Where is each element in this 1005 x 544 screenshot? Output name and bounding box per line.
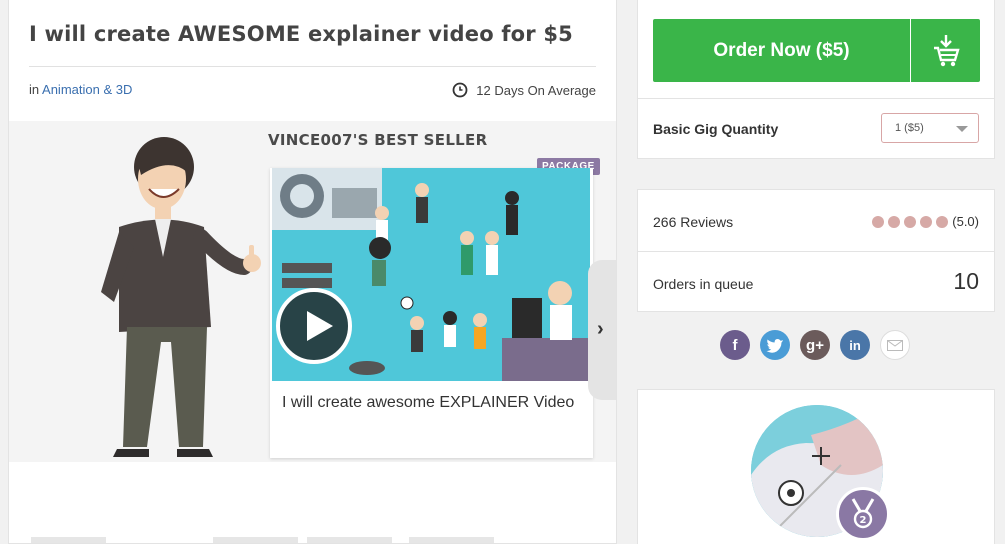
- google-plus-icon[interactable]: g+: [800, 330, 830, 360]
- quantity-value: 1 ($5): [895, 122, 924, 134]
- gig-main-card: I will create AWESOME explainer video fo…: [8, 0, 617, 544]
- video-caption[interactable]: I will create awesome EXPLAINER Video: [282, 392, 582, 414]
- star-icon: [872, 216, 884, 228]
- play-icon[interactable]: [276, 288, 352, 364]
- thumbnail-item[interactable]: [31, 537, 106, 543]
- chevron-right-icon: ›: [597, 318, 604, 340]
- presenter-illustration: [101, 137, 261, 457]
- thumbnail-strip: [9, 537, 616, 543]
- carousel-next-button[interactable]: ›: [588, 260, 616, 400]
- email-icon[interactable]: [880, 330, 910, 360]
- star-icon: [904, 216, 916, 228]
- star-icon: [888, 216, 900, 228]
- clock-icon: [452, 82, 468, 98]
- rating-stars: [872, 216, 948, 228]
- queue-row: Orders in queue 10: [638, 251, 994, 312]
- reviews-row[interactable]: 266 Reviews (5.0): [638, 190, 994, 251]
- gig-showcase: VINCE007'S BEST SELLER PACKAGE I will cr…: [9, 121, 616, 462]
- thumbnail-item[interactable]: [409, 537, 494, 543]
- share-row: f g+ in: [720, 330, 910, 360]
- svg-text:2: 2: [860, 515, 867, 526]
- star-icon: [936, 216, 948, 228]
- quantity-label: Basic Gig Quantity: [653, 121, 779, 137]
- title-divider: [29, 66, 596, 67]
- video-thumbnail[interactable]: [272, 168, 590, 381]
- best-seller-title: VINCE007'S BEST SELLER: [268, 131, 488, 149]
- thumbnail-item[interactable]: [307, 537, 392, 543]
- rating-score: (5.0): [952, 214, 979, 229]
- order-divider: [638, 98, 994, 99]
- seller-card: 2: [637, 389, 995, 544]
- stats-card: 266 Reviews (5.0) Orders in queue 10: [637, 189, 995, 312]
- add-to-cart-button[interactable]: [911, 19, 980, 82]
- medal-glyph: 2: [851, 498, 875, 529]
- quantity-select[interactable]: 1 ($5): [881, 113, 979, 143]
- twitter-bird-glyph: [766, 338, 783, 353]
- gig-category: in Animation & 3D: [29, 82, 132, 97]
- order-card: Order Now ($5) Basic Gig Quantity 1 ($5): [637, 0, 995, 159]
- reviews-label[interactable]: 266 Reviews: [653, 214, 733, 230]
- gig-title: I will create AWESOME explainer video fo…: [29, 22, 573, 46]
- queue-count: 10: [953, 268, 979, 294]
- video-card[interactable]: I will create awesome EXPLAINER Video: [270, 168, 593, 458]
- chevron-down-icon: [956, 126, 968, 132]
- facebook-icon[interactable]: f: [720, 330, 750, 360]
- star-icon: [920, 216, 932, 228]
- queue-label: Orders in queue: [653, 276, 754, 292]
- order-now-button[interactable]: Order Now ($5): [653, 19, 910, 82]
- category-link[interactable]: Animation & 3D: [42, 82, 132, 97]
- thumbnail-item[interactable]: [213, 537, 298, 543]
- envelope-glyph: [887, 339, 903, 351]
- twitter-icon[interactable]: [760, 330, 790, 360]
- category-prefix: in: [29, 82, 40, 97]
- delivery-time: 12 Days On Average: [452, 82, 596, 98]
- delivery-label: 12 Days On Average: [476, 82, 596, 98]
- level-badge-icon: 2: [836, 487, 890, 541]
- linkedin-icon[interactable]: in: [840, 330, 870, 360]
- cart-icon: [933, 34, 960, 66]
